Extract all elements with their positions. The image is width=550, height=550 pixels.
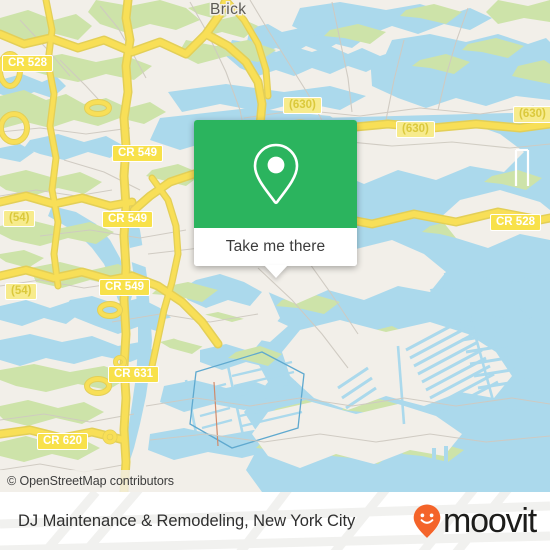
route-shield: (630): [283, 97, 322, 114]
take-me-there-card[interactable]: Take me there: [194, 120, 357, 278]
route-shield: (630): [396, 121, 435, 138]
footer-bar: DJ Maintenance & Remodeling, New York Ci…: [0, 492, 550, 550]
route-shield: (54): [5, 283, 38, 300]
card-pin-area: [194, 120, 357, 228]
card-pointer-tail: [263, 265, 288, 278]
map-page: Brick CR 528 CR 549 CR 549 CR 549 CR 631 CR 6…: [0, 0, 550, 550]
take-me-there-label[interactable]: Take me there: [194, 228, 357, 266]
moovit-brand[interactable]: moovit: [413, 502, 537, 540]
route-shield: CR 528: [490, 214, 541, 231]
map-pin-icon: [250, 142, 302, 206]
route-shield: CR 549: [99, 279, 150, 296]
route-shield: (54): [3, 210, 36, 227]
moovit-wordmark: moovit: [443, 502, 537, 540]
map-city-label-brick: Brick: [209, 0, 248, 20]
moovit-smiley-pin-icon: [413, 504, 441, 538]
route-shield: CR 620: [37, 433, 88, 450]
place-title: DJ Maintenance & Remodeling, New York Ci…: [18, 511, 356, 530]
svg-text:Brick: Brick: [210, 1, 246, 18]
route-shield: CR 549: [112, 145, 163, 162]
route-shield: (630): [513, 106, 550, 123]
route-shield: CR 528: [2, 55, 53, 72]
route-shield: CR 631: [108, 366, 159, 383]
map-attribution: © OpenStreetMap contributors: [0, 470, 182, 492]
route-shield: CR 549: [102, 211, 153, 228]
